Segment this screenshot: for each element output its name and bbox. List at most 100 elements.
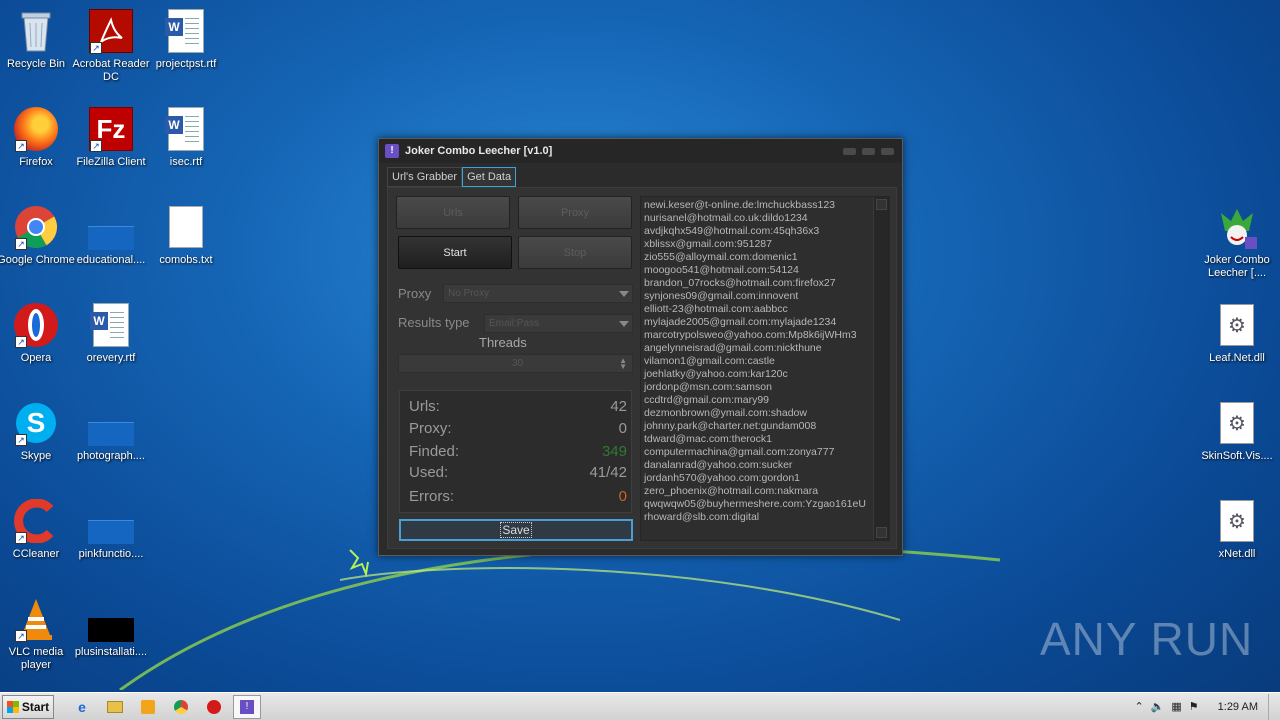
proxy-select-value: No Proxy [448, 288, 490, 299]
desktop-icon-isec[interactable]: W isec.rtf [146, 102, 226, 192]
proxy-select[interactable]: No Proxy [443, 284, 633, 303]
stat-proxy: Proxy: 0 [409, 420, 627, 440]
icon-label: orevery.rtf [86, 352, 136, 364]
desktop-icon-pinkfunction[interactable]: pinkfunctio.... [71, 494, 151, 584]
result-line: moogoo541@hotmail.com:54124 [644, 264, 799, 276]
desktop-icon-joker[interactable]: Joker Combo Leecher [.... [1197, 200, 1277, 290]
stat-urls: Urls: 42 [409, 398, 627, 418]
action-center-flag-icon[interactable]: ⚑ [1189, 700, 1199, 713]
icon-label: CCleaner [12, 548, 60, 560]
desktop-icon-comobs[interactable]: comobs.txt [146, 200, 226, 290]
close-button[interactable] [881, 147, 894, 155]
stat-value: 349 [601, 443, 627, 460]
result-line: elliott-23@hotmail.com:aabbcc [644, 303, 788, 315]
stat-label: Errors: [409, 488, 454, 505]
show-hidden-icons-icon[interactable]: ⌃ [1134, 700, 1143, 713]
desktop-icon-vlc[interactable]: ↗ VLC media player [0, 592, 76, 682]
tab-urls-grabber[interactable]: Url's Grabber [387, 167, 463, 187]
shortcut-arrow-icon: ↗ [15, 532, 27, 544]
desktop-icon-plusinstallation[interactable]: plusinstallati.... [71, 592, 151, 682]
results-type-value: Email:Pass [489, 318, 540, 329]
media-player-icon[interactable] [134, 695, 162, 719]
clock[interactable]: 1:29 AM [1218, 701, 1258, 713]
results-list[interactable]: newi.keser@t-online.de:lmchuckbass123 nur… [640, 196, 890, 541]
maximize-button[interactable] [862, 147, 875, 155]
stat-value: 0 [618, 420, 627, 437]
desktop-icon-opera[interactable]: ↗ Opera [0, 298, 76, 388]
explorer-icon[interactable] [101, 695, 129, 719]
stat-errors: Errors: 0 [409, 488, 627, 508]
stepper-arrows-icon[interactable]: ▲ ▼ [619, 357, 627, 371]
scroll-up-button[interactable] [876, 199, 887, 210]
system-tray: ⌃ 🔈 ▦ ⚑ 1:29 AM [1134, 700, 1268, 714]
desktop-icon-orevery[interactable]: W orevery.rtf [71, 298, 151, 388]
desktop-icon-skinsoft[interactable]: ⚙ SkinSoft.Vis.... [1197, 396, 1277, 486]
results-type-label: Results type [398, 315, 470, 330]
tab-get-data[interactable]: Get Data [462, 167, 517, 187]
dll-icon: ⚙ [1214, 400, 1260, 446]
joker-icon[interactable]: ! [233, 694, 261, 719]
start-button[interactable]: Start [398, 236, 512, 269]
icon-label: plusinstallati.... [74, 646, 148, 658]
app-icon: ! [385, 144, 399, 158]
save-button-label: Save [500, 522, 532, 538]
blank-file-icon [88, 204, 134, 250]
shortcut-arrow-icon: ↗ [15, 238, 27, 250]
volume-icon[interactable]: 🔈 [1151, 700, 1165, 713]
result-line: marcotrypolsweo@yahoo.com:Mp8k6ijWHm3 [644, 329, 857, 341]
chrome-icon[interactable] [167, 695, 195, 719]
results-scrollbar[interactable] [873, 197, 889, 540]
word-doc-icon: W [163, 8, 209, 54]
result-line: jordonp@msn.com:samson [644, 381, 772, 393]
stats-box: Urls: 42 Proxy: 0 Finded: 349 Used: 41/4… [399, 390, 632, 513]
save-button[interactable]: Save [399, 519, 633, 541]
taskbar: Start e ! ⌃ 🔈 ▦ ⚑ 1:29 AM [0, 692, 1280, 720]
recycle-bin-icon [13, 8, 59, 54]
desktop-icon-skype[interactable]: S ↗ Skype [0, 396, 76, 486]
desktop-icon-photograph[interactable]: photograph.... [71, 396, 151, 486]
ie-icon[interactable]: e [68, 695, 96, 719]
scroll-down-button[interactable] [876, 527, 887, 538]
network-icon[interactable]: ▦ [1171, 700, 1181, 713]
stat-used: Used: 41/42 [409, 464, 627, 484]
start-button[interactable]: Start [2, 694, 54, 719]
threads-stepper[interactable]: 30 ▲ ▼ [398, 354, 633, 373]
show-desktop-button[interactable] [1268, 693, 1280, 720]
blank-file-icon [88, 596, 134, 642]
desktop-icon-ccleaner[interactable]: ↗ CCleaner [0, 494, 76, 584]
icon-label: SkinSoft.Vis.... [1201, 450, 1273, 462]
results-lines: newi.keser@t-online.de:lmchuckbass123 nur… [641, 199, 869, 524]
stat-label: Proxy: [409, 420, 452, 437]
results-type-select[interactable]: Email:Pass [484, 314, 633, 333]
stop-button[interactable]: Stop [518, 236, 632, 269]
desktop-icon-filezilla[interactable]: Fz ↗ FileZilla Client [71, 102, 151, 192]
desktop-icon-leaf-net-dll[interactable]: ⚙ Leaf.Net.dll [1197, 298, 1277, 388]
result-line: avdjkqhx549@hotmail.com:45qh36x3 [644, 225, 820, 237]
joker-combo-leecher-window[interactable]: ! Joker Combo Leecher [v1.0] Url's Grabb… [378, 138, 903, 556]
desktop-icon-projectpst[interactable]: W projectpst.rtf [146, 4, 226, 94]
vlc-icon: ↗ [13, 596, 59, 642]
urls-button[interactable]: Urls [396, 196, 510, 229]
desktop-icon-xnet-dll[interactable]: ⚙ xNet.dll [1197, 494, 1277, 584]
stat-label: Urls: [409, 398, 440, 415]
threads-value: 30 [511, 358, 524, 369]
minimize-button[interactable] [843, 147, 856, 155]
result-line: nurisanel@hotmail.co.uk:dildo1234 [644, 212, 808, 224]
icon-label: VLC media player [8, 646, 64, 671]
desktop-icon-educational[interactable]: educational.... [71, 200, 151, 290]
proxy-button[interactable]: Proxy [518, 196, 632, 229]
dll-icon: ⚙ [1214, 302, 1260, 348]
desktop-icon-firefox[interactable]: ↗ Firefox [0, 102, 76, 192]
anyrun-watermark: ANY RUN [1040, 612, 1253, 666]
text-file-icon [163, 204, 209, 250]
shortcut-arrow-icon: ↗ [15, 140, 27, 152]
desktop-icon-acrobat[interactable]: ↗ Acrobat Reader DC [71, 4, 151, 94]
opera-icon[interactable] [200, 695, 228, 719]
result-line: computermachina@gmail.com:zonya777 [644, 446, 835, 458]
window-titlebar[interactable]: ! Joker Combo Leecher [v1.0] [379, 139, 902, 163]
icon-label: Recycle Bin [6, 58, 66, 70]
desktop-icon-recycle-bin[interactable]: Recycle Bin [0, 4, 76, 94]
skype-icon: S ↗ [13, 400, 59, 446]
result-line: zero_phoenix@hotmail.com:nakmara [644, 485, 819, 497]
desktop-icon-chrome[interactable]: ↗ Google Chrome [0, 200, 76, 290]
